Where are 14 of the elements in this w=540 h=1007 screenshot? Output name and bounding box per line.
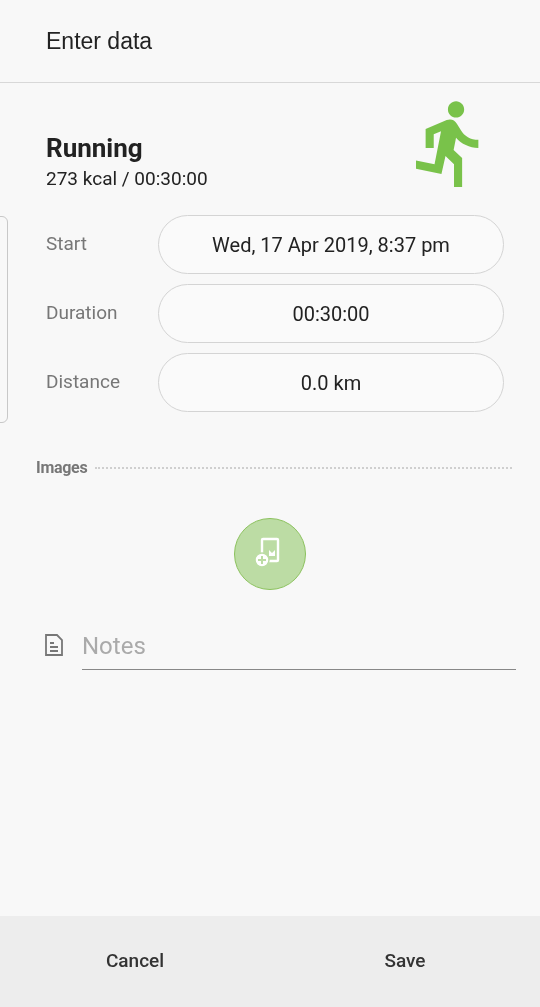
field-label: Duration <box>46 300 119 327</box>
action-button[interactable]: Save <box>270 916 540 1007</box>
activity-name: Running <box>46 132 144 165</box>
value-field[interactable]: Wed, 17 Apr 2019, 8:37 pm <box>158 215 504 274</box>
window-title: Enter data <box>46 26 153 56</box>
action-button[interactable]: Cancel <box>0 916 270 1007</box>
field-label: Distance <box>46 369 121 396</box>
activity-summary: 273 kcal / 00:30:00 <box>46 166 208 192</box>
field-label: Start <box>46 231 88 258</box>
value-field[interactable]: 00:30:00 <box>158 284 504 343</box>
value-field[interactable]: 0.0 km <box>158 353 504 412</box>
notes-field[interactable]: Notes <box>82 622 516 670</box>
document-icon <box>42 632 66 658</box>
section-heading: Images <box>36 457 88 479</box>
